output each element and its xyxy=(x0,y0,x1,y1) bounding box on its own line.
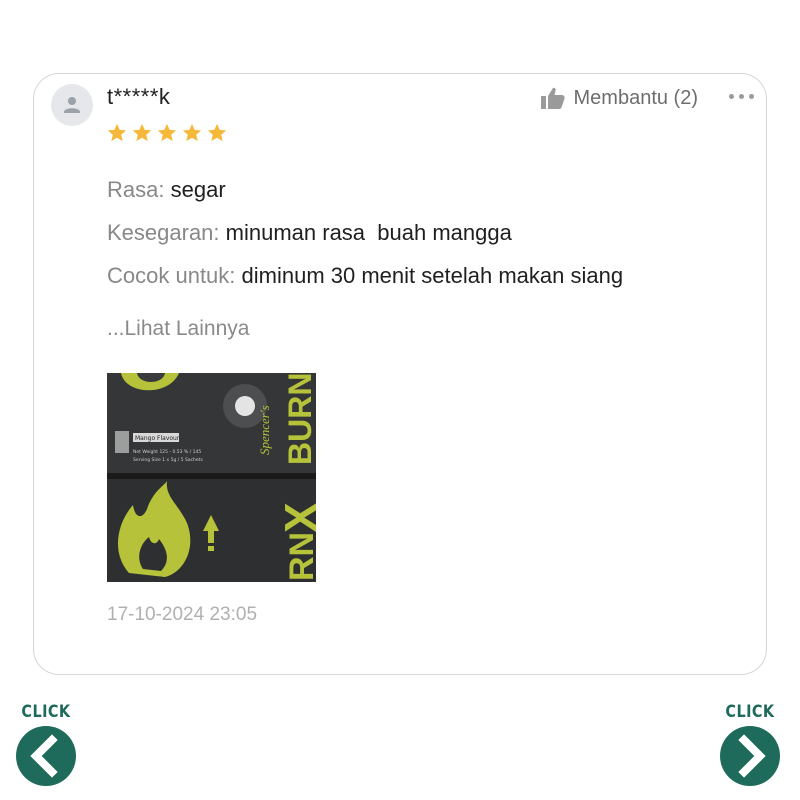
star-icon xyxy=(206,122,228,144)
attribute-key: Kesegaran: xyxy=(107,220,220,245)
prev-click-label: CLICK xyxy=(21,702,71,722)
review-card: t*****k Membantu (2) Rasa: segar Kesegar… xyxy=(33,73,767,675)
thumbs-up-icon xyxy=(540,87,565,109)
attribute-rasa: Rasa: segar xyxy=(107,177,226,203)
user-icon xyxy=(64,97,80,113)
net-weight-text: Net Weight 125 - 0.53 % / 145 xyxy=(133,449,201,455)
see-more-link[interactable]: ...Lihat Lainnya xyxy=(107,317,249,341)
helpful-label: Membantu (2) xyxy=(573,86,699,109)
more-options-icon[interactable] xyxy=(729,90,754,103)
next-button[interactable]: CLICK xyxy=(718,702,782,786)
chevron-right-icon xyxy=(738,734,766,778)
prev-circle[interactable] xyxy=(16,726,76,786)
attribute-value: segar xyxy=(170,177,226,202)
star-icon xyxy=(106,122,128,144)
star-icon xyxy=(181,122,203,144)
review-timestamp: 17-10-2024 23:05 xyxy=(107,604,258,625)
prev-button[interactable]: CLICK xyxy=(14,702,78,786)
chevron-left-icon xyxy=(30,734,58,778)
brand-fragment: RN xyxy=(283,532,316,581)
attribute-key: Rasa: xyxy=(107,177,165,202)
avatar[interactable] xyxy=(51,84,93,126)
attribute-kesegaran: Kesegaran: minuman rasa buah mangga xyxy=(107,220,512,246)
review-photo[interactable]: Mango Flavour Net Weight 125 - 0.53 % / … xyxy=(107,373,316,582)
attribute-key: Cocok untuk: xyxy=(107,263,236,288)
serving-text: Serving Size 1 x 5g / 5 Sachets xyxy=(133,457,203,463)
next-circle[interactable] xyxy=(720,726,780,786)
attribute-value: minuman rasa buah mangga xyxy=(225,220,512,245)
star-icon xyxy=(156,122,178,144)
flavor-text: Mango Flavour xyxy=(135,435,180,442)
helpful-button[interactable]: Membantu (2) xyxy=(540,86,699,110)
brand-word: BURN xyxy=(282,373,316,465)
reviewer-username: t*****k xyxy=(107,84,171,109)
star-icon xyxy=(131,122,153,144)
star-rating xyxy=(106,122,228,144)
brand-x: X xyxy=(275,502,316,533)
attribute-value: diminum 30 menit setelah makan siang xyxy=(241,263,624,288)
attribute-cocok-untuk: Cocok untuk: diminum 30 menit setelah ma… xyxy=(107,263,623,289)
next-click-label: CLICK xyxy=(725,702,775,722)
brand-script: Spencer's xyxy=(257,405,272,455)
